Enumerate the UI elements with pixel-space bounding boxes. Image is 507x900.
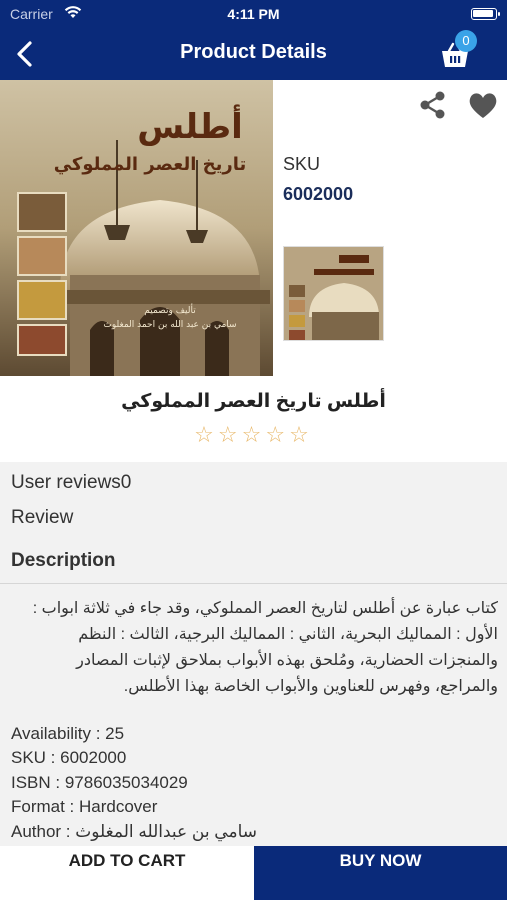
user-reviews-count[interactable]: User reviews0 — [11, 472, 131, 494]
bottom-action-bar: ADD TO CART BUY NOW — [0, 846, 507, 900]
isbn-text: ISBN : 9786035034029 — [11, 773, 188, 792]
cart-count-badge: 0 — [455, 30, 477, 52]
cover-subtitle-text: تاريخ العصر المملوكي — [54, 154, 247, 175]
format-text: Format : Hardcover — [11, 797, 158, 816]
star-icon[interactable]: ☆ — [218, 422, 242, 447]
description-heading: Description — [11, 550, 116, 571]
star-icon[interactable]: ☆ — [242, 422, 266, 447]
add-to-cart-button[interactable]: ADD TO CART — [0, 846, 254, 900]
book-cover-image[interactable]: أطلس تاريخ العصر المملوكي تأليف وتصميم س… — [0, 80, 273, 376]
star-icon[interactable]: ☆ — [265, 422, 289, 447]
status-bar: Carrier 4:11 PM — [0, 0, 507, 28]
cover-author-text: سامي بن عبد الله بن احمد المغلوث — [103, 320, 236, 330]
product-media: أطلس تاريخ العصر المملوكي تأليف وتصميم س… — [0, 80, 507, 380]
star-icon[interactable]: ☆ — [194, 422, 218, 447]
sku-label: SKU — [283, 154, 321, 174]
review-link[interactable]: Review — [11, 507, 73, 529]
battery-icon — [471, 8, 500, 20]
share-icon[interactable] — [418, 90, 448, 120]
star-icon[interactable]: ☆ — [289, 422, 313, 447]
status-time: 4:11 PM — [227, 6, 280, 22]
description-divider — [0, 583, 507, 584]
sku-detail-text: SKU : 6002000 — [11, 748, 127, 767]
book-thumbnail-image[interactable] — [283, 246, 384, 341]
page-title: Product Details — [180, 41, 327, 63]
cover-title-text: أطلس — [137, 104, 243, 147]
buy-now-button[interactable]: BUY NOW — [254, 846, 507, 900]
availability-text: Availability : 25 — [11, 724, 125, 743]
rating-stars[interactable]: ☆☆☆☆☆ — [0, 422, 507, 448]
favorite-heart-icon[interactable] — [467, 90, 499, 120]
author-text: Author : سامي بن عبدالله المغلوث — [11, 822, 257, 841]
sku-value: 6002000 — [283, 184, 354, 204]
description-text: كتاب عبارة عن أطلس لتاريخ العصر المملوكي… — [32, 600, 498, 695]
nav-bar: Product Details 0 — [0, 28, 507, 80]
product-title: أطلس تاريخ العصر المملوكي — [121, 391, 386, 412]
